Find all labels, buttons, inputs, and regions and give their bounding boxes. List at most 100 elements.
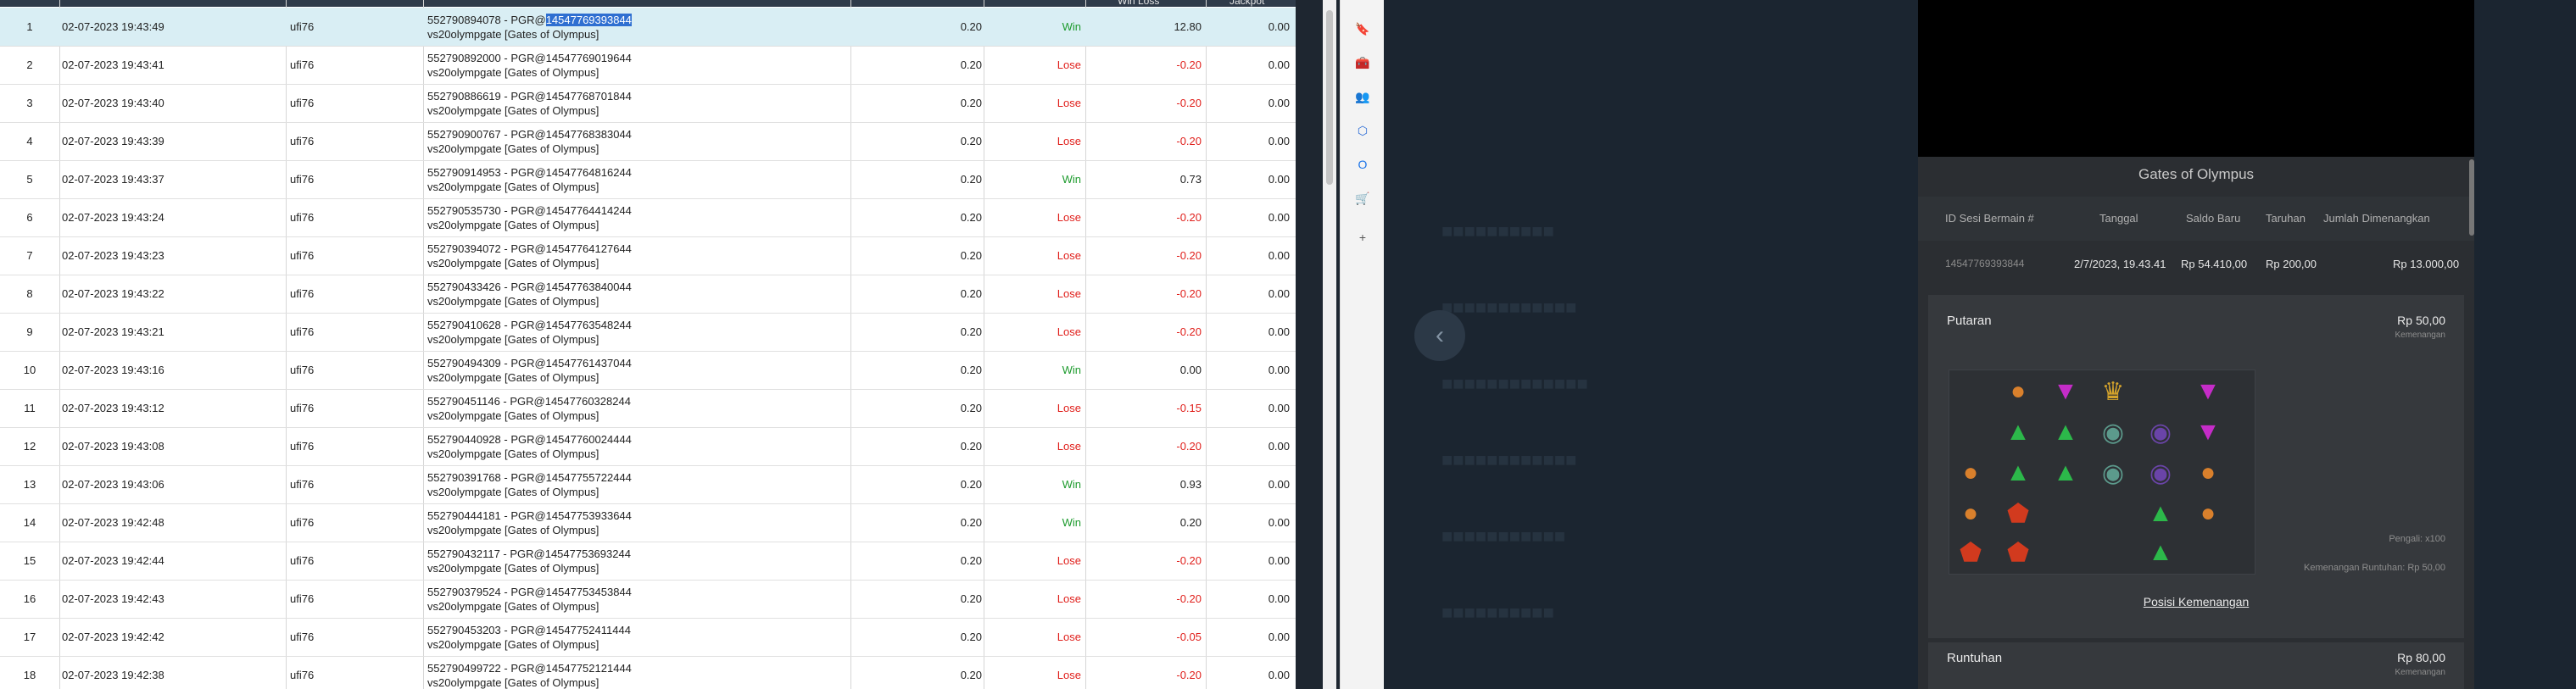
bet-value: Rp 200,00	[2266, 258, 2317, 270]
table-row[interactable]: 8 02-07-2023 19:43:22 ufi76 552790433426 - …	[0, 275, 1296, 314]
row-bet: 0.20	[960, 249, 982, 262]
game-name: vs20olympgate [Gates of Olympus]	[427, 180, 599, 193]
row-number: 8	[26, 287, 33, 300]
row-username: ufi76	[290, 516, 315, 529]
row-bet: 0.20	[960, 402, 982, 414]
row-status: Lose	[1057, 440, 1081, 453]
row-status: Lose	[1057, 631, 1081, 643]
table-row[interactable]: 2 02-07-2023 19:43:41 ufi76 552790892000 - …	[0, 46, 1296, 85]
transaction-id: 552790499722 - PGR@14547752121444	[427, 661, 632, 675]
row-transaction: 552790892000 - PGR@14547769019644 vs20oly…	[427, 46, 632, 84]
row-win-loss: -0.20	[1176, 249, 1202, 262]
list-item: ■■■■■■■■■■■	[1441, 525, 1566, 547]
chalice-symbol: ◉	[2101, 458, 2125, 487]
table-row[interactable]: 4 02-07-2023 19:43:39 ufi76 552790900767 - …	[0, 122, 1296, 161]
green-triangle-symbol: ▲	[2148, 538, 2173, 566]
game-name: vs20olympgate [Gates of Olympus]	[427, 256, 599, 269]
transaction-id-prefix: 552790892000 - PGR@14547769019644	[427, 51, 632, 64]
row-jackpot: 0.00	[1268, 631, 1290, 643]
winning-positions-link[interactable]: Posisi Kemenangan	[1928, 595, 2464, 608]
row-number: 13	[23, 478, 36, 491]
table-row[interactable]: 9 02-07-2023 19:43:21 ufi76 552790410628 - …	[0, 313, 1296, 352]
row-username: ufi76	[290, 97, 315, 109]
table-row[interactable]: 6 02-07-2023 19:43:24 ufi76 552790535730 - …	[0, 198, 1296, 237]
row-win-loss: -0.20	[1176, 287, 1202, 300]
row-date: 02-07-2023 19:43:06	[62, 478, 164, 491]
table-row[interactable]: 3 02-07-2023 19:43:40 ufi76 552790886619 - …	[0, 84, 1296, 123]
cart-icon[interactable]: 🛒	[1354, 190, 1371, 207]
row-status: Win	[1062, 173, 1081, 186]
header-session-id: ID Sesi Bermain #	[1945, 212, 2034, 225]
row-username: ufi76	[290, 58, 315, 71]
users-icon[interactable]: 👥	[1354, 88, 1371, 105]
bookmark-icon[interactable]: 🔖	[1354, 20, 1371, 37]
highlighted-session-id[interactable]: 14547769393844	[545, 13, 632, 26]
table-scrollbar-thumb[interactable]	[1326, 10, 1333, 185]
row-transaction: 552790440928 - PGR@14547760024444 vs20oly…	[427, 427, 632, 465]
row-username: ufi76	[290, 173, 315, 186]
row-date: 02-07-2023 19:43:40	[62, 97, 164, 109]
game-name: vs20olympgate [Gates of Olympus]	[427, 408, 599, 422]
row-status: Lose	[1057, 325, 1081, 338]
header-jackpot[interactable]: Jackpot	[1229, 0, 1264, 7]
transaction-id: 552790444181 - PGR@14547753933644	[427, 508, 632, 523]
table-row[interactable]: 1 02-07-2023 19:43:49 ufi76 552790894078 - …	[0, 8, 1296, 47]
transaction-id-prefix: 552790499722 - PGR@14547752121444	[427, 661, 632, 675]
modal-scrollbar[interactable]	[2469, 159, 2474, 236]
table-row[interactable]: 16 02-07-2023 19:42:43 ufi76 552790379524 -…	[0, 580, 1296, 619]
row-transaction: 552790894078 - PGR@14547769393844 vs20oly…	[427, 8, 632, 46]
row-status: Lose	[1057, 135, 1081, 147]
transaction-id: 552790892000 - PGR@14547769019644	[427, 51, 632, 65]
game-name: vs20olympgate [Gates of Olympus]	[427, 142, 599, 155]
row-date: 02-07-2023 19:42:38	[62, 669, 164, 681]
row-jackpot: 0.00	[1268, 58, 1290, 71]
outlook-icon[interactable]: O	[1354, 156, 1371, 173]
row-win-loss: -0.20	[1176, 554, 1202, 567]
row-win-loss: -0.20	[1176, 592, 1202, 605]
spin-card: Putaran Rp 50,00 Kemenangan ● ▼ ♛ ▼ ▲ ▲ …	[1928, 295, 2464, 638]
table-row[interactable]: 14 02-07-2023 19:42:48 ufi76 552790444181 -…	[0, 503, 1296, 542]
green-triangle-symbol: ▲	[2148, 499, 2173, 527]
purple-triangle-symbol: ▼	[2195, 377, 2221, 405]
table-row[interactable]: 10 02-07-2023 19:43:16 ufi76 552790494309 -…	[0, 351, 1296, 390]
row-number: 17	[23, 631, 36, 643]
table-row[interactable]: 15 02-07-2023 19:42:44 ufi76 552790432117 -…	[0, 542, 1296, 581]
row-number: 2	[26, 58, 33, 71]
table-row[interactable]: 11 02-07-2023 19:43:12 ufi76 552790451146 -…	[0, 389, 1296, 428]
transaction-id-prefix: 552790900767 - PGR@14547768383044	[427, 127, 632, 141]
plus-icon[interactable]: +	[1354, 229, 1371, 246]
table-row[interactable]: 5 02-07-2023 19:43:37 ufi76 552790914953 - …	[0, 160, 1296, 199]
game-detail-modal: Gates of Olympus ID Sesi Bermain # Tangg…	[1918, 0, 2474, 689]
transaction-id: 552790535730 - PGR@14547764414244	[427, 203, 632, 218]
extension-icon[interactable]: ⬡	[1354, 122, 1371, 139]
toolbox-icon[interactable]: 🧰	[1354, 54, 1371, 71]
table-row[interactable]: 12 02-07-2023 19:43:08 ufi76 552790440928 -…	[0, 427, 1296, 466]
cascade-title: Runtuhan	[1947, 651, 2003, 665]
table-row[interactable]: 18 02-07-2023 19:42:38 ufi76 552790499722 -…	[0, 656, 1296, 689]
row-jackpot: 0.00	[1268, 135, 1290, 147]
transaction-id-prefix: 552790433426 - PGR@14547763840044	[427, 280, 632, 293]
background-history-list: ■■■■■■■■■■ ■■■■■■■■■■■■ ■■■■■■■■■■■■■ ■■…	[1441, 0, 1899, 689]
row-status: Lose	[1057, 554, 1081, 567]
header-win-loss[interactable]: Win Loss	[1118, 0, 1159, 7]
row-win-loss: -0.20	[1176, 211, 1202, 224]
purple-triangle-symbol: ▼	[2195, 418, 2221, 446]
game-name: vs20olympgate [Gates of Olympus]	[427, 65, 599, 79]
transaction-id: 552790432117 - PGR@14547753693244	[427, 547, 631, 561]
row-status: Lose	[1057, 58, 1081, 71]
transaction-id: 552790894078 - PGR@14547769393844	[427, 13, 632, 27]
row-username: ufi76	[290, 211, 315, 224]
row-username: ufi76	[290, 592, 315, 605]
row-date: 02-07-2023 19:43:12	[62, 402, 164, 414]
table-row[interactable]: 7 02-07-2023 19:43:23 ufi76 552790394072 - …	[0, 236, 1296, 275]
table-row[interactable]: 13 02-07-2023 19:43:06 ufi76 552790391768 -…	[0, 465, 1296, 504]
back-arrow-button[interactable]: ‹	[1414, 310, 1465, 361]
row-number: 7	[26, 249, 33, 262]
table-row[interactable]: 17 02-07-2023 19:42:42 ufi76 552790453203 -…	[0, 618, 1296, 657]
row-transaction: 552790535730 - PGR@14547764414244 vs20oly…	[427, 198, 632, 236]
spin-title: Putaran	[1947, 314, 1992, 328]
orange-gem-symbol: ●	[2200, 458, 2216, 486]
row-status: Lose	[1057, 97, 1081, 109]
game-name: vs20olympgate [Gates of Olympus]	[427, 370, 599, 384]
row-username: ufi76	[290, 669, 315, 681]
